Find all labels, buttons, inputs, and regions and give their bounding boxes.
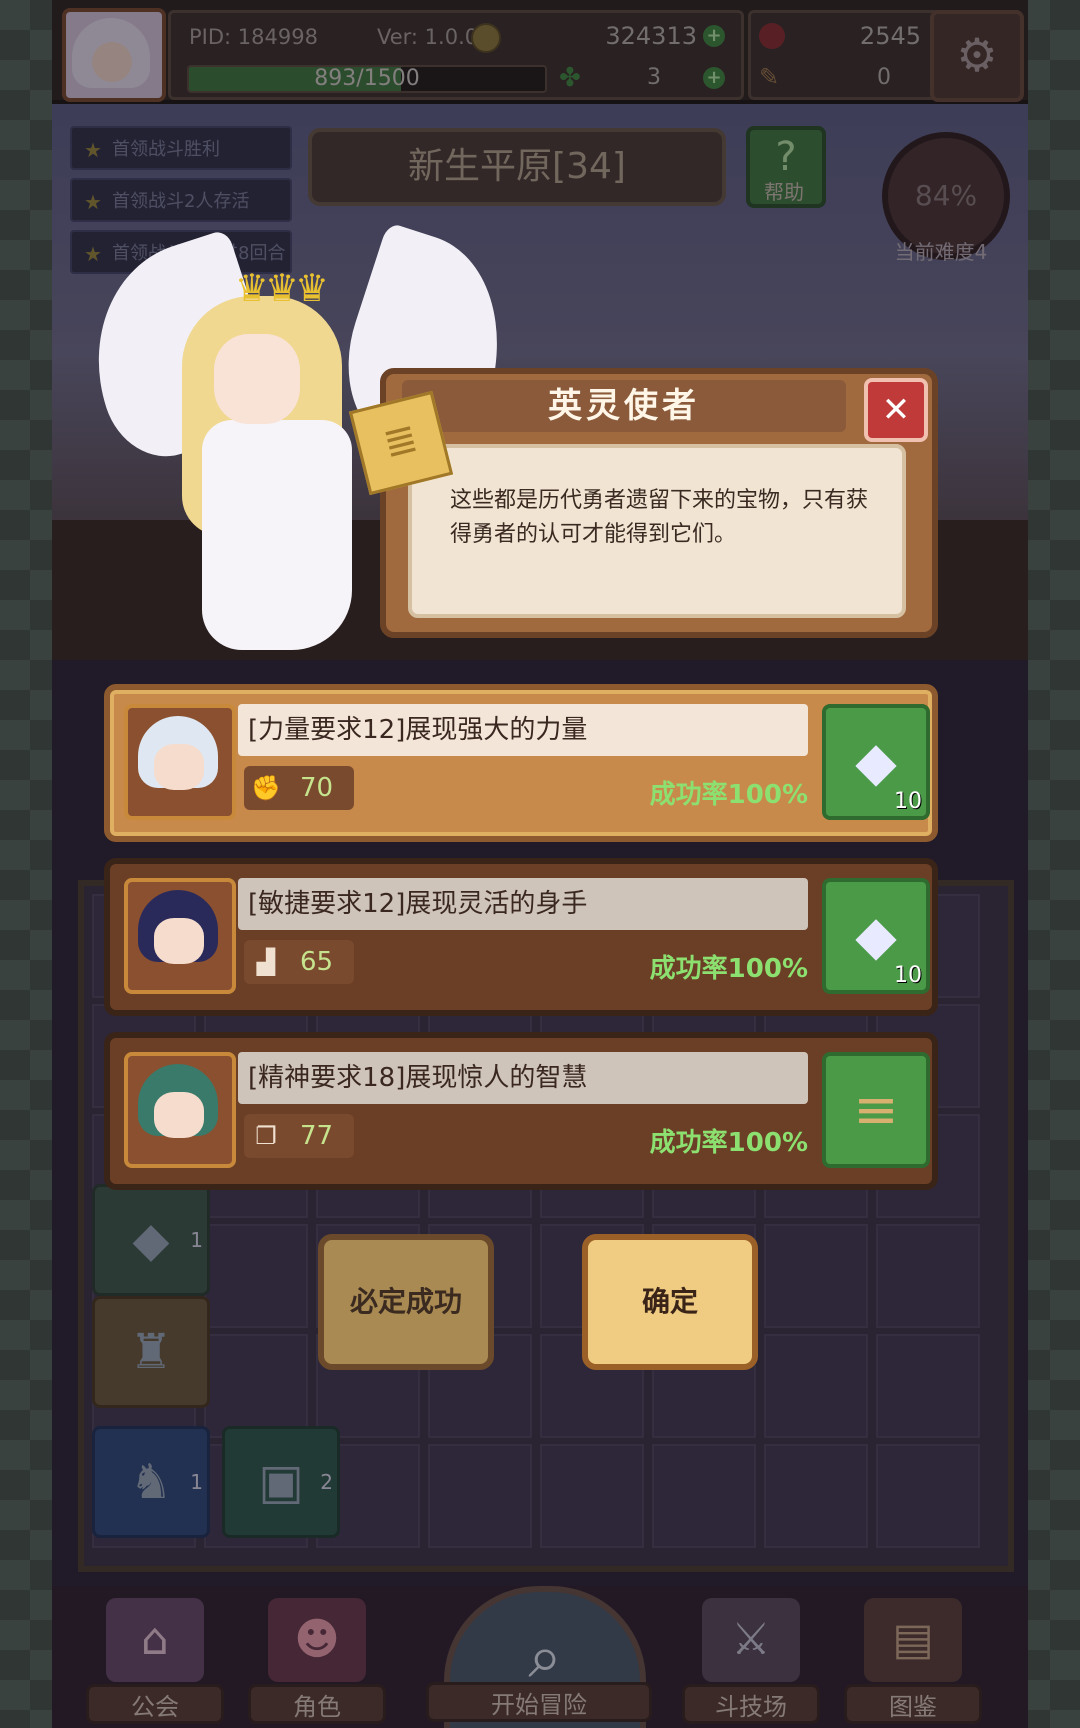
- angel-face: [214, 334, 300, 424]
- scroll-icon: ≡: [853, 1078, 899, 1141]
- stat-value: 70: [300, 773, 334, 803]
- requirement-text: [力量要求12]展现强大的力量: [238, 704, 808, 756]
- stat-box: ✊ 70: [244, 766, 354, 810]
- crystal-icon: ◆: [855, 730, 897, 793]
- stat-value: 65: [300, 947, 334, 977]
- close-icon[interactable]: ✕: [864, 378, 928, 442]
- requirement-text: [敏捷要求12]展现灵活的身手: [238, 878, 808, 930]
- crystal-icon: ◆: [855, 904, 897, 967]
- book-icon: ❐: [255, 1122, 277, 1150]
- reward-slot[interactable]: ≡: [822, 1052, 930, 1168]
- game-screen: PID: 184998 Ver: 1.0.0.0 324313 + 893/15…: [52, 0, 1028, 1728]
- hero-portrait: [124, 1052, 236, 1168]
- dialog-text: 这些都是历代勇者遗留下来的宝物，只有获得勇者的认可才能得到它们。: [450, 488, 869, 547]
- success-rate: 成功率100%: [649, 780, 808, 810]
- challenge-option[interactable]: [力量要求12]展现强大的力量 ✊ 70 成功率100% ◆ 10: [104, 684, 938, 842]
- reward-slot[interactable]: ◆ 10: [822, 704, 930, 820]
- reward-slot[interactable]: ◆ 10: [822, 878, 930, 994]
- confirm-button[interactable]: 确定: [582, 1234, 758, 1370]
- npc-dialog: 英灵使者 ✕ 这些都是历代勇者遗留下来的宝物，只有获得勇者的认可才能得到它们。: [380, 368, 938, 638]
- success-rate: 成功率100%: [649, 1128, 808, 1158]
- reward-count: 10: [894, 963, 922, 988]
- dialog-title: 英灵使者: [402, 380, 846, 432]
- challenge-option[interactable]: [精神要求18]展现惊人的智慧 ❐ 77 成功率100% ≡: [104, 1032, 938, 1190]
- angel-dress: [202, 420, 352, 650]
- hero-portrait: [124, 878, 236, 994]
- stat-value: 77: [300, 1121, 334, 1151]
- guaranteed-success-button[interactable]: 必定成功: [318, 1234, 494, 1370]
- halo-crown-icon: ♛♛♛: [234, 266, 329, 310]
- challenge-option[interactable]: [敏捷要求12]展现灵活的身手 ▟ 65 成功率100% ◆ 10: [104, 858, 938, 1016]
- reward-count: 10: [894, 789, 922, 814]
- boot-icon: ▟: [256, 948, 276, 976]
- portrait-face: [154, 744, 204, 790]
- fist-icon: ✊: [251, 774, 281, 802]
- stat-box: ▟ 65: [244, 940, 354, 984]
- portrait-face: [154, 1092, 204, 1138]
- hero-portrait: [124, 704, 236, 820]
- dialog-body: 这些都是历代勇者遗留下来的宝物，只有获得勇者的认可才能得到它们。: [408, 444, 906, 618]
- stat-box: ❐ 77: [244, 1114, 354, 1158]
- success-rate: 成功率100%: [649, 954, 808, 984]
- requirement-text: [精神要求18]展现惊人的智慧: [238, 1052, 808, 1104]
- portrait-face: [154, 918, 204, 964]
